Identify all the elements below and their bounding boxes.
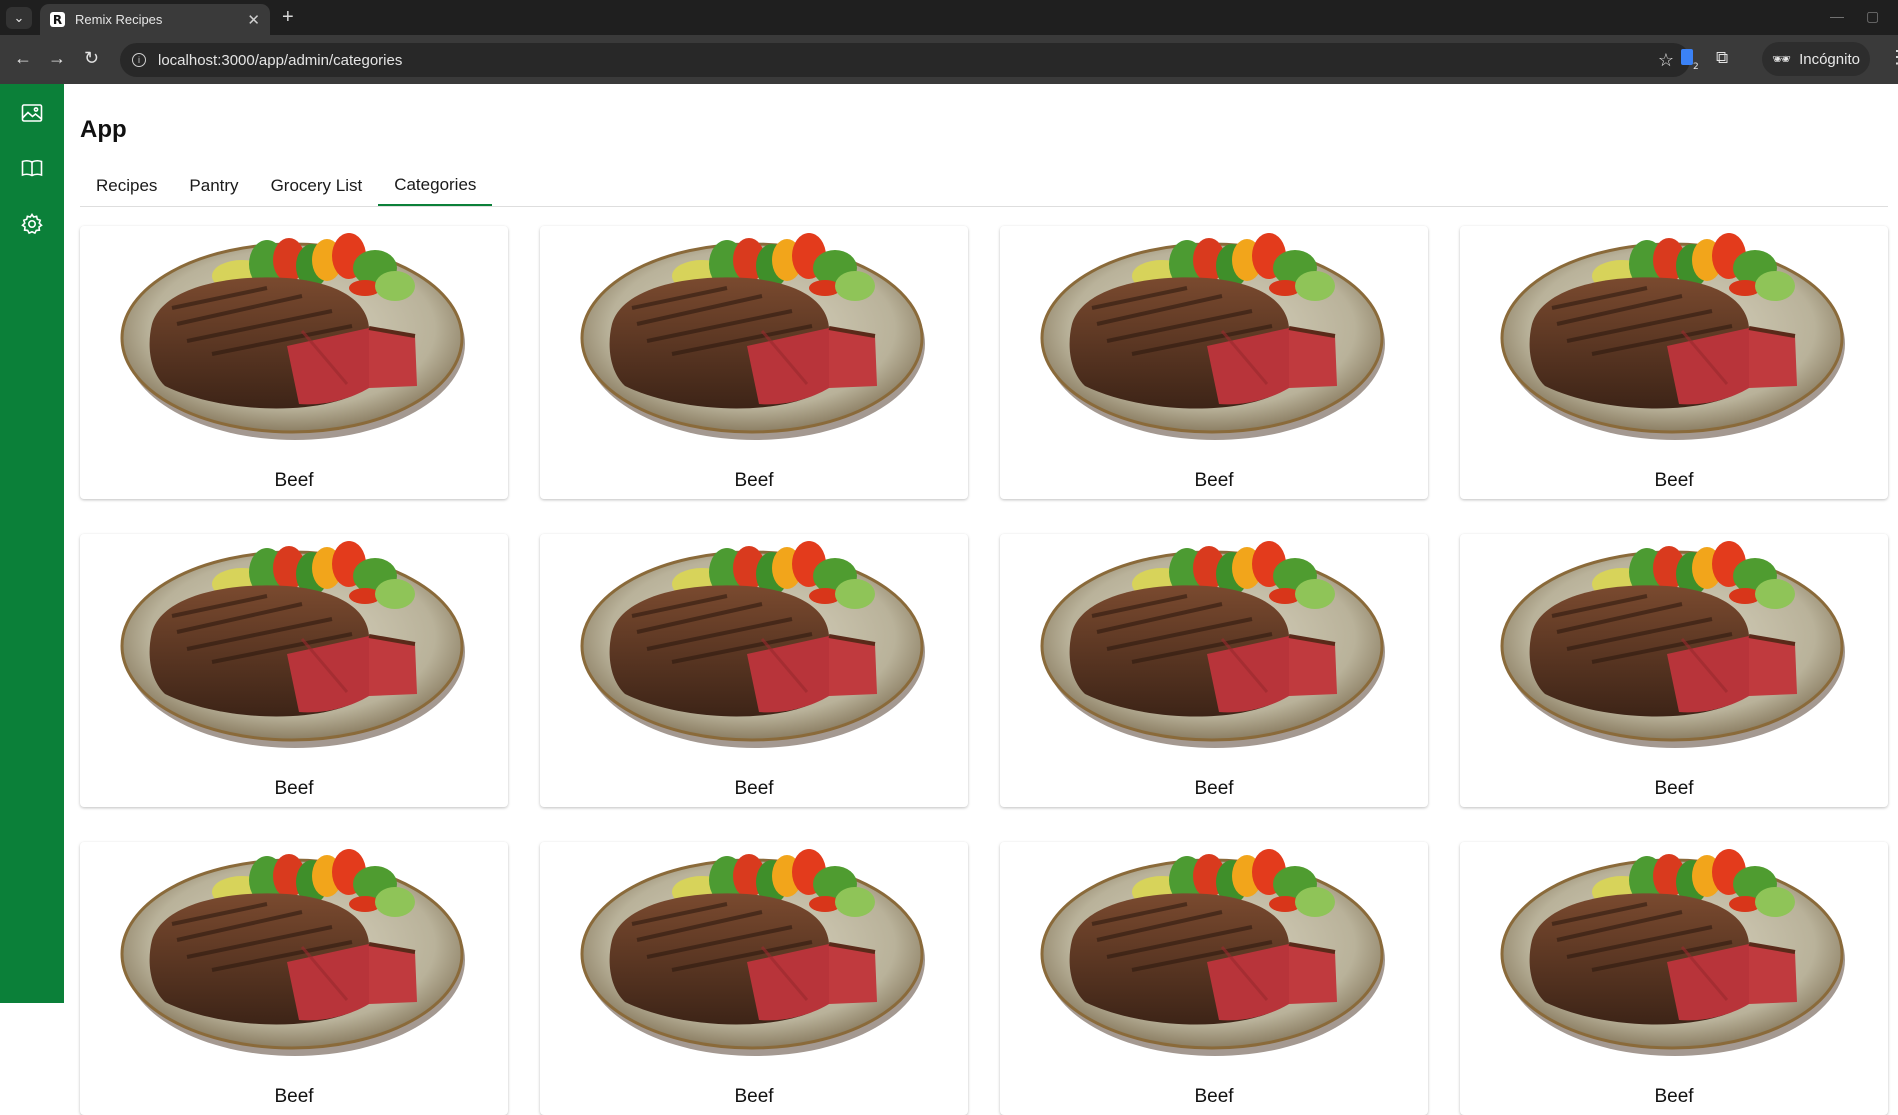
category-card[interactable]: Beef [80,534,508,807]
image-icon[interactable] [20,101,44,125]
category-image [120,849,465,1056]
page-title: App [80,116,127,143]
category-card[interactable]: Beef [1000,842,1428,1115]
gear-icon[interactable] [20,212,44,236]
category-image [120,541,465,748]
tab-recipes[interactable]: Recipes [80,166,173,206]
incognito-label: Incógnito [1799,50,1860,68]
main-content: App Recipes Pantry Grocery List Categories [64,84,1898,1115]
extension-icon[interactable]: 2 [1680,48,1700,72]
category-name: Beef [734,470,774,491]
site-info-icon[interactable]: i [132,53,146,67]
category-name: Beef [274,470,314,491]
browser-tab[interactable]: R Remix Recipes ✕ [40,4,270,35]
category-name: Beef [274,1086,314,1107]
category-card[interactable]: Beef [1000,226,1428,499]
category-name: Beef [1194,778,1234,799]
app-tabs: Recipes Pantry Grocery List Categories [80,166,1888,207]
category-card[interactable]: Beef [1460,842,1888,1115]
reload-icon[interactable]: ↻ [84,48,99,68]
incognito-badge[interactable]: 🕶 Incógnito [1762,42,1870,76]
forward-icon[interactable]: → [48,48,66,68]
category-image [1040,541,1385,748]
tab-search-button[interactable]: ⌄ [6,7,32,29]
category-image [120,233,465,440]
category-card[interactable]: Beef [540,842,968,1115]
sidebar [0,84,64,1003]
category-card[interactable]: Beef [540,534,968,807]
tab-grocery-list[interactable]: Grocery List [255,166,379,206]
browser-tab-strip: ⌄ R Remix Recipes ✕ + — ▢ [0,0,1898,35]
category-image [580,849,925,1056]
category-image [1500,541,1845,748]
category-card[interactable]: Beef [1000,534,1428,807]
category-grid: Beef Beef Beef Beef Beef Beef Beef Beef … [80,226,1890,1115]
remix-favicon-icon: R [50,12,65,27]
category-card[interactable]: Beef [540,226,968,499]
category-card[interactable]: Beef [80,842,508,1115]
new-tab-button[interactable]: + [282,6,294,28]
book-icon[interactable] [20,156,44,180]
minimize-window-icon[interactable]: — [1830,8,1844,24]
category-name: Beef [1654,470,1694,491]
category-card[interactable]: Beef [1460,226,1888,499]
category-name: Beef [1194,470,1234,491]
category-name: Beef [734,778,774,799]
svg-text:2: 2 [1693,62,1699,70]
category-name: Beef [1194,1086,1234,1107]
category-name: Beef [734,1086,774,1107]
bookmark-star-icon[interactable]: ☆ [1658,50,1674,71]
close-tab-icon[interactable]: ✕ [247,11,260,29]
category-card[interactable]: Beef [1460,534,1888,807]
incognito-icon: 🕶 [1772,51,1792,68]
back-icon[interactable]: ← [14,48,32,68]
category-image [1500,849,1845,1056]
address-bar[interactable]: i localhost:3000/app/admin/categories ☆ [120,43,1690,77]
category-image [580,541,925,748]
maximize-window-icon[interactable]: ▢ [1866,8,1879,25]
url-text[interactable]: localhost:3000/app/admin/categories [158,52,1658,69]
browser-menu-icon[interactable]: ⋮ [1888,47,1898,68]
category-name: Beef [1654,778,1694,799]
browser-tab-title: Remix Recipes [75,12,163,27]
category-image [1040,233,1385,440]
category-image [1040,849,1385,1056]
category-card[interactable]: Beef [80,226,508,499]
category-name: Beef [1654,1086,1694,1107]
browser-toolbar: ← → ↻ i localhost:3000/app/admin/categor… [0,35,1898,84]
category-image [580,233,925,440]
category-image [1500,233,1845,440]
tab-pantry[interactable]: Pantry [173,166,254,206]
category-name: Beef [274,778,314,799]
tab-categories[interactable]: Categories [378,166,493,206]
extensions-puzzle-icon[interactable]: ⧉ [1716,48,1728,68]
